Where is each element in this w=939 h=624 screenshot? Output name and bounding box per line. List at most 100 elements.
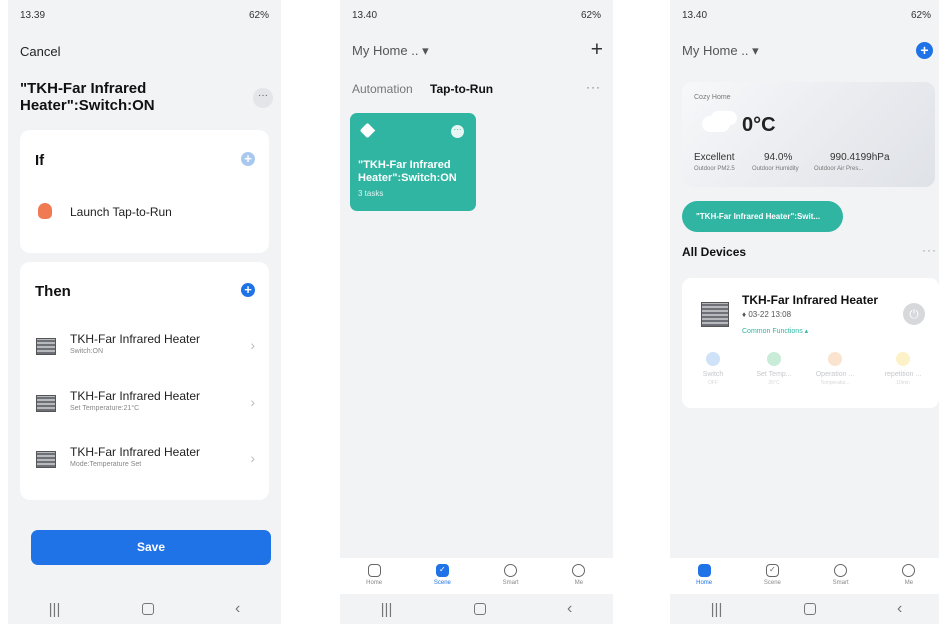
tab-label: Smart: [502, 580, 519, 586]
home-icon: [367, 564, 381, 577]
more-options-button[interactable]: ···: [253, 88, 273, 108]
all-devices-heading: All Devices: [682, 245, 747, 259]
status-battery: 62%: [248, 10, 269, 21]
home-button-icon[interactable]: [473, 603, 486, 615]
action-title: TKH-Far Infrared Heater: [70, 332, 201, 346]
scene-list-screen: 13.40 62% My Home .. ▾ + Automation Tap-…: [340, 0, 613, 624]
device-timestamp: ♦ 03-22 13:08: [742, 310, 792, 319]
cloud-icon: [702, 116, 730, 132]
scene-shortcut-pill[interactable]: "TKH-Far Infrared Heater":Swit...: [682, 201, 843, 232]
back-icon[interactable]: ‹: [897, 600, 902, 618]
scene-tile-tasks: 3 tasks: [358, 189, 384, 198]
condition-label[interactable]: Launch Tap-to-Run: [70, 205, 172, 219]
home-selector[interactable]: My Home .. ▾: [352, 43, 429, 59]
more-options-icon[interactable]: ···: [586, 80, 601, 94]
function-switch[interactable]: Switch OFF: [682, 352, 744, 386]
profile-icon: [902, 564, 916, 577]
action-subtitle: Mode:Temperature Set: [70, 461, 142, 468]
hand-tap-icon: [38, 203, 52, 219]
action-row[interactable]: TKH-Far Infrared Heater Set Temperature:…: [20, 389, 269, 429]
add-condition-icon[interactable]: +: [241, 152, 255, 166]
function-set-temp[interactable]: Set Temp... 26°C: [743, 352, 805, 386]
tab-smart[interactable]: Smart: [486, 564, 536, 586]
tab-scene[interactable]: ✓ Scene: [417, 564, 467, 586]
then-heading: Then: [35, 283, 71, 300]
scene-icon: ✓: [435, 564, 449, 577]
function-value: OFF: [708, 380, 718, 386]
recent-apps-icon[interactable]: |||: [49, 601, 61, 618]
smart-icon: [834, 564, 848, 577]
weather-temperature: 0°C: [742, 114, 776, 136]
bottom-tab-bar: Home ✓ Scene Smart Me: [340, 558, 613, 594]
tab-scene[interactable]: ✓ Scene: [747, 564, 797, 586]
back-icon[interactable]: ‹: [567, 600, 572, 618]
scene-icon: ✓: [765, 564, 779, 577]
add-scene-icon[interactable]: +: [591, 38, 603, 62]
function-label: Set Temp...: [756, 371, 792, 378]
scene-title: "TKH-Far Infrared Heater":Switch:ON: [20, 80, 155, 114]
heater-icon: [36, 395, 56, 412]
device-time: 03-22 13:08: [748, 310, 792, 319]
if-heading: If: [35, 152, 45, 169]
pressure-value: 990.4199hPa: [830, 152, 890, 163]
tab-smart[interactable]: Smart: [816, 564, 866, 586]
add-action-icon[interactable]: +: [241, 283, 255, 297]
tab-label: Home: [366, 580, 383, 586]
device-name: TKH-Far Infrared Heater: [742, 293, 879, 307]
tab-label: Smart: [832, 580, 849, 586]
scene-tabs: Automation Tap-to-Run: [352, 82, 493, 96]
pm25-value: Excellent: [694, 152, 735, 163]
if-card: If + Launch Tap-to-Run: [20, 130, 269, 253]
tab-me[interactable]: Me: [554, 564, 604, 586]
more-options-icon[interactable]: ···: [922, 243, 937, 257]
chevron-right-icon: ›: [250, 394, 255, 410]
weather-card: Cozy Home 0°C Excellent 94.0% 990.4199hP…: [682, 82, 935, 187]
status-bar: 13.40 62%: [682, 10, 931, 21]
home-button-icon[interactable]: [141, 603, 154, 615]
tab-home[interactable]: Home: [349, 564, 399, 586]
weather-location: Cozy Home: [694, 94, 731, 101]
tab-automation[interactable]: Automation: [352, 82, 413, 96]
chevron-right-icon: ›: [250, 337, 255, 353]
recent-apps-icon[interactable]: |||: [381, 601, 393, 618]
status-time: 13.40: [682, 10, 708, 21]
tag-icon: [359, 122, 376, 139]
cancel-button[interactable]: Cancel: [20, 44, 60, 59]
scene-tile[interactable]: ··· "TKH-Far Infrared Heater":Switch:ON …: [350, 113, 476, 211]
tab-home[interactable]: Home: [679, 564, 729, 586]
heater-icon: [36, 451, 56, 468]
tab-label: Scene: [433, 580, 451, 586]
function-value: 10min: [896, 380, 910, 386]
tab-tap-to-run[interactable]: Tap-to-Run: [430, 82, 493, 96]
home-screen: 13.40 62% My Home .. ▾ + Cozy Home 0°C E…: [670, 0, 939, 624]
status-battery: 62%: [910, 10, 931, 21]
function-repetition[interactable]: repetition ... 10min: [872, 352, 934, 386]
humidity-label: Outdoor Humidity: [752, 166, 799, 172]
action-title: TKH-Far Infrared Heater: [70, 445, 201, 459]
device-card[interactable]: TKH-Far Infrared Heater ♦ 03-22 13:08 Co…: [682, 278, 939, 408]
action-row[interactable]: TKH-Far Infrared Heater Switch:ON ›: [20, 332, 269, 372]
function-value: 26°C: [768, 380, 780, 386]
action-title: TKH-Far Infrared Heater: [70, 389, 201, 403]
back-icon[interactable]: ‹: [235, 600, 240, 618]
common-functions-toggle[interactable]: Common Functions ▴: [742, 327, 808, 335]
home-button-icon[interactable]: [803, 603, 816, 615]
function-label: Switch: [702, 371, 724, 378]
status-time: 13.39: [20, 10, 46, 21]
save-button[interactable]: Save: [31, 530, 271, 565]
edit-scene-screen: 13.39 62% Cancel "TKH-Far Infrared Heate…: [8, 0, 281, 624]
tab-label: Me: [574, 580, 584, 586]
power-icon[interactable]: ⏻: [903, 303, 925, 325]
tab-me[interactable]: Me: [884, 564, 934, 586]
mode-icon: [828, 352, 842, 366]
status-bar: 13.40 62%: [352, 10, 601, 21]
add-device-icon[interactable]: +: [916, 42, 933, 59]
humidity-value: 94.0%: [764, 152, 793, 163]
switch-icon: [706, 352, 720, 366]
recent-apps-icon[interactable]: |||: [711, 601, 723, 618]
home-selector[interactable]: My Home .. ▾: [682, 43, 759, 59]
tile-more-icon[interactable]: ···: [451, 125, 464, 138]
function-operation[interactable]: Operation ... Temperatur...: [804, 352, 866, 386]
status-battery: 62%: [580, 10, 601, 21]
action-row[interactable]: TKH-Far Infrared Heater Mode:Temperature…: [20, 445, 269, 485]
